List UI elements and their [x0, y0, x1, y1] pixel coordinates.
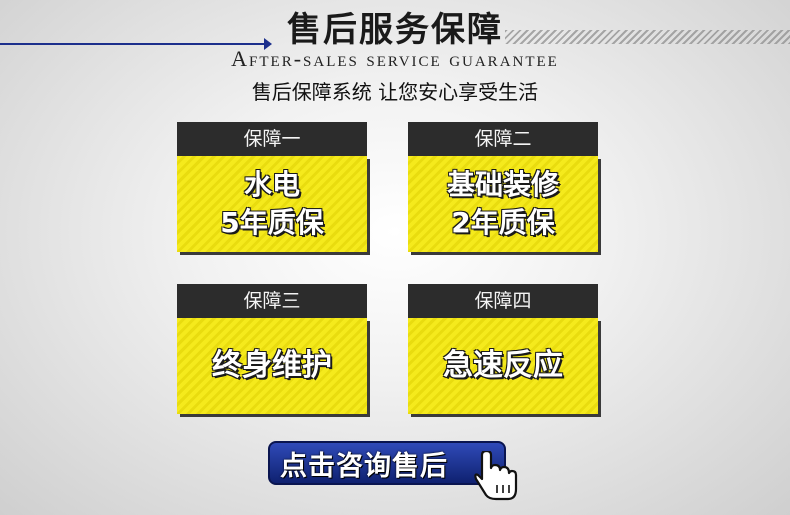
- card-line: 基础装修: [446, 168, 559, 201]
- card-line: 急速反应: [443, 348, 563, 383]
- guarantee-card-4: 保障四 急速反应: [408, 284, 601, 415]
- page-tagline: 售后保障系统 让您安心享受生活: [251, 80, 539, 104]
- consult-button-label: 点击咨询售后: [280, 450, 448, 482]
- card-body: 基础装修 2年质保: [408, 156, 598, 252]
- guarantee-card-3: 保障三 终身维护: [177, 284, 370, 415]
- card-body: 急速反应: [408, 318, 598, 414]
- card-heading: 保障三: [177, 284, 367, 318]
- consult-aftersales-button[interactable]: 点击咨询售后: [268, 441, 506, 485]
- card-heading: 保障一: [177, 122, 367, 156]
- page-title: 售后服务保障: [287, 10, 503, 50]
- card-body: 终身维护: [177, 318, 367, 414]
- card-body: 水电 5年质保: [177, 156, 367, 252]
- card-line: 5年质保: [220, 206, 324, 239]
- card-heading: 保障四: [408, 284, 598, 318]
- page-subtitle: After-sales service guarantee: [231, 46, 559, 71]
- card-line: 2年质保: [451, 206, 555, 239]
- card-heading: 保障二: [408, 122, 598, 156]
- card-line: 终身维护: [212, 348, 332, 383]
- hand-pointer-icon: [474, 451, 518, 501]
- card-line: 水电: [243, 168, 300, 201]
- guarantee-card-2: 保障二 基础装修 2年质保: [408, 122, 601, 253]
- guarantee-card-1: 保障一 水电 5年质保: [177, 122, 370, 253]
